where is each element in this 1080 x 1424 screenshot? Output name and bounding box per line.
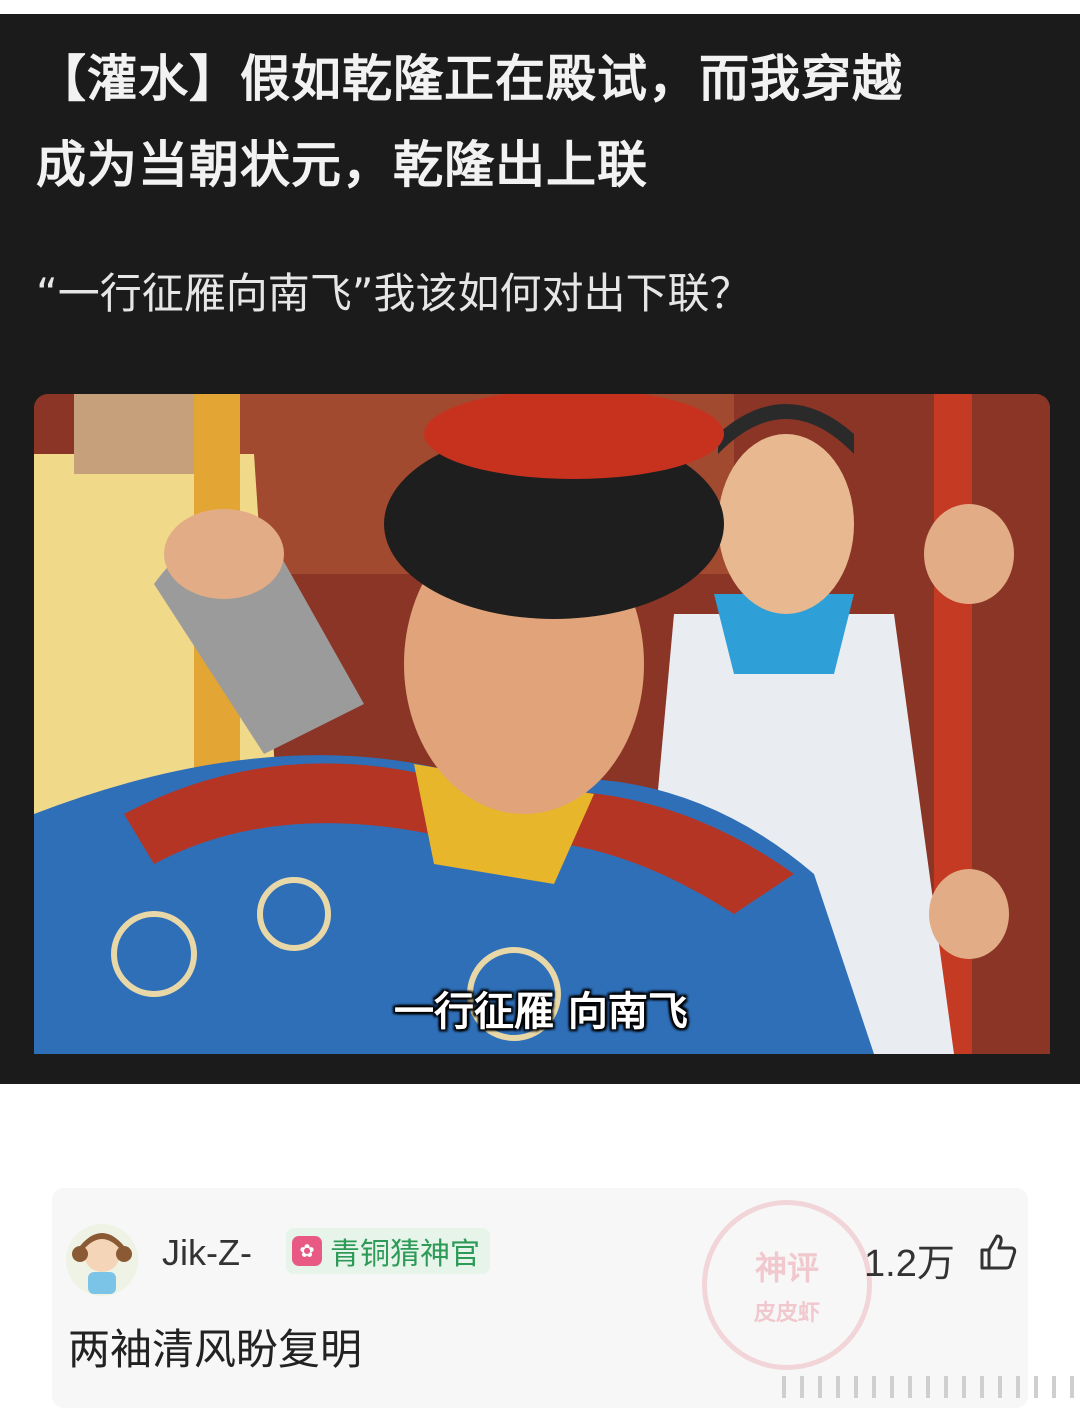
watermark-stamp: 神评 皮皮虾	[702, 1200, 872, 1370]
post-image[interactable]: 一行征雁 向南飞	[34, 394, 1050, 1054]
like-count: 1.2万	[864, 1243, 955, 1285]
image-subtitle-caption: 一行征雁 向南飞	[394, 989, 688, 1035]
watermark-line1: 神评	[754, 1249, 819, 1287]
post-subtitle: “一行征雁向南飞”我该如何对出下联？	[36, 269, 752, 318]
post-image-illustration	[34, 394, 1050, 1054]
decorative-bars	[782, 1376, 1080, 1398]
post-title-line1: 【灌水】假如乾隆正在殿试，而我穿越	[36, 50, 903, 108]
comment-text: 两袖清风盼复明	[68, 1325, 363, 1374]
badge-icon: ✿	[292, 1236, 322, 1266]
comment-username[interactable]: Jik-Z-	[162, 1232, 252, 1274]
post-card: 【灌水】假如乾隆正在殿试，而我穿越 成为当朝状元，乾隆出上联 “一行征雁向南飞”…	[0, 14, 1080, 1084]
comment-card[interactable]: Jik-Z- ✿ 青铜猜神官 神评 皮皮虾 1.2万 两袖清风盼复明	[52, 1188, 1074, 1408]
badge-label: 青铜猜神官	[330, 1237, 480, 1272]
post-title-line2: 成为当朝状元，乾隆出上联	[36, 136, 648, 194]
avatar[interactable]	[66, 1224, 138, 1296]
watermark-line2: 皮皮虾	[753, 1301, 820, 1326]
avatar-icon	[66, 1224, 138, 1296]
post-title: 【灌水】假如乾隆正在殿试，而我穿越 成为当朝状元，乾隆出上联	[36, 36, 1046, 208]
thumbs-up-icon[interactable]	[978, 1232, 1018, 1272]
user-badge[interactable]: ✿ 青铜猜神官	[286, 1228, 490, 1274]
